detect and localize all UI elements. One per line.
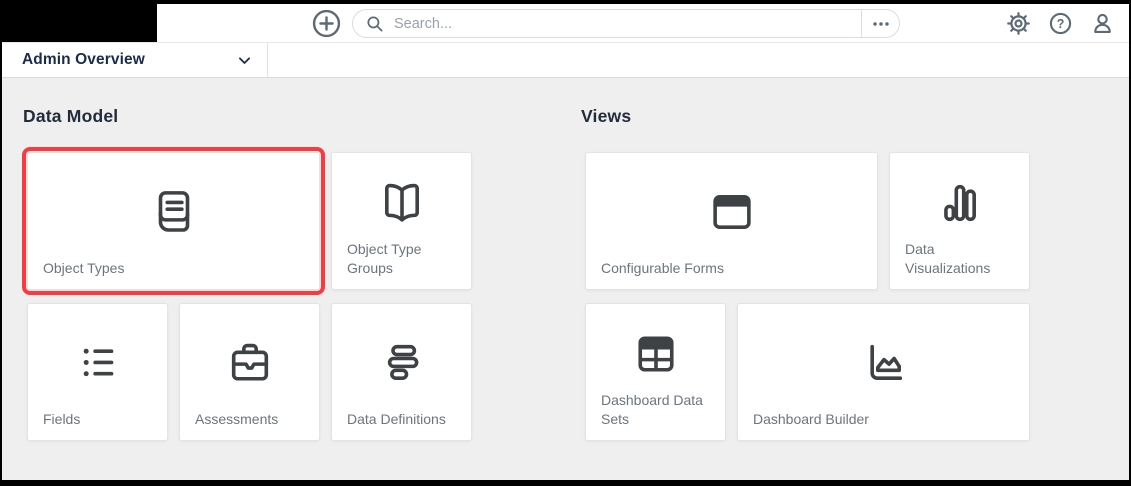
- card-object-types[interactable]: Object Types: [22, 147, 325, 295]
- app-window: ? Admin Overview Data Model Object Ty: [2, 4, 1129, 480]
- chart-area-icon: [738, 304, 1029, 410]
- search-bar: [352, 9, 900, 38]
- list-icon: [28, 304, 167, 410]
- help-button[interactable]: ?: [1049, 12, 1072, 35]
- card-label: Fields: [43, 410, 81, 427]
- ellipsis-icon: [872, 21, 889, 26]
- views-card-grid: Configurable Forms Data Visualizations D…: [585, 152, 1030, 441]
- section-data-model: Data Model Object Types Object Type Grou…: [22, 78, 472, 441]
- card-label: Dashboard Builder: [753, 410, 869, 427]
- search-icon: [365, 14, 384, 33]
- card-object-type-groups[interactable]: Object Type Groups: [331, 152, 472, 290]
- book-icon: [28, 153, 319, 259]
- card-label: Configurable Forms: [601, 259, 724, 276]
- svg-text:?: ?: [1057, 16, 1065, 30]
- card-label: Dashboard Data Sets: [601, 392, 703, 427]
- settings-button[interactable]: [1007, 11, 1030, 35]
- card-label: Object Type Groups: [347, 241, 422, 276]
- card-label: Data Visualizations: [905, 241, 991, 276]
- section-title: Data Model: [23, 106, 119, 126]
- top-bar-actions: ?: [1007, 4, 1114, 42]
- person-icon: [1094, 13, 1111, 33]
- data-definitions-icon: [332, 304, 471, 410]
- top-bar: ?: [2, 4, 1129, 43]
- data-model-card-grid: Object Types Object Type Groups Fields A…: [22, 147, 472, 441]
- plus-circle-icon: [312, 9, 341, 38]
- card-configurable-forms[interactable]: Configurable Forms: [585, 152, 878, 290]
- gear-icon: [1007, 11, 1030, 35]
- search-input[interactable]: [392, 10, 861, 37]
- logo-area: [2, 4, 157, 42]
- briefcase-icon: [180, 304, 319, 410]
- card-label: Assessments: [195, 410, 279, 427]
- workspace-nav-row: Admin Overview: [2, 43, 1129, 78]
- card-label: Object Types: [43, 259, 125, 276]
- section-views: Views Configurable Forms Data Visualizat…: [581, 78, 1030, 441]
- chevron-down-icon: [239, 56, 250, 64]
- table-icon: [586, 304, 725, 391]
- card-fields[interactable]: Fields: [27, 303, 168, 441]
- more-options-button[interactable]: [861, 10, 899, 37]
- help-icon: ?: [1049, 12, 1072, 34]
- card-label: Data Definitions: [347, 410, 446, 427]
- profile-button[interactable]: [1091, 12, 1114, 35]
- workspace-dropdown-label: Admin Overview: [22, 51, 145, 68]
- card-dashboard-data-sets[interactable]: Dashboard Data Sets: [585, 303, 726, 441]
- book-open-icon: [332, 153, 471, 240]
- admin-overview-content: Data Model Object Types Object Type Grou…: [2, 78, 1129, 480]
- card-data-visualizations[interactable]: Data Visualizations: [889, 152, 1030, 290]
- workspace-dropdown[interactable]: Admin Overview: [2, 43, 268, 77]
- section-title: Views: [581, 106, 632, 126]
- card-assessments[interactable]: Assessments: [179, 303, 320, 441]
- bar-chart-icon: [890, 153, 1029, 240]
- window-icon: [586, 153, 877, 259]
- card-data-definitions[interactable]: Data Definitions: [331, 303, 472, 441]
- card-dashboard-builder[interactable]: Dashboard Builder: [737, 303, 1030, 441]
- create-new-button[interactable]: [312, 9, 341, 38]
